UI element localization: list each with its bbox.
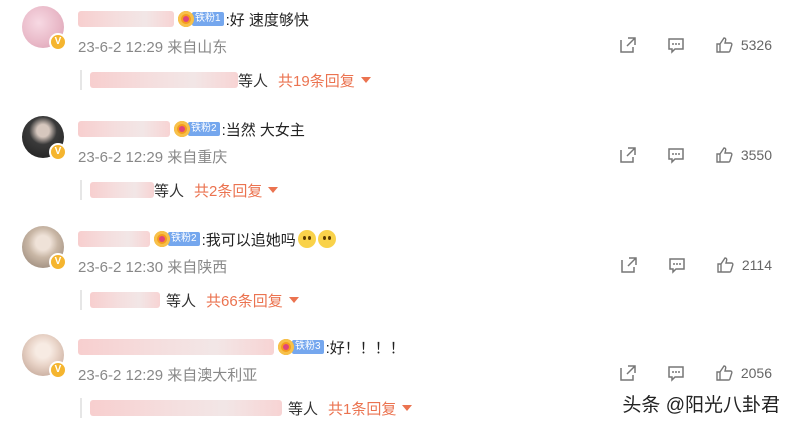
comment-button[interactable]: [668, 256, 686, 274]
share-button[interactable]: [619, 146, 637, 164]
avatar[interactable]: V: [22, 116, 67, 161]
comment-meta: 23-6-2 12:29 来自澳大利亚: [78, 367, 258, 384]
share-icon: [621, 257, 637, 273]
verified-icon: V: [49, 143, 67, 161]
comment-item: V 铁粉2 :当然 大女主 23-6-2 12:29 来自重庆 3550 等人 …: [0, 112, 794, 220]
username-blurred[interactable]: [78, 339, 274, 355]
username-blurred[interactable]: [78, 11, 174, 27]
comment-icon: [668, 148, 684, 164]
comment-icon: [668, 38, 684, 54]
comment-item: V 铁粉2 :我可以追她吗 23-6-2 12:30 来自陕西 2114 等人 …: [0, 222, 794, 330]
verified-icon: V: [49, 361, 67, 379]
comment-icon: [669, 258, 685, 274]
verified-icon: V: [49, 33, 67, 51]
reply-summary[interactable]: 等人 共2条回复: [80, 180, 279, 201]
comment-text: :当然 大女主: [221, 121, 305, 139]
comment-text: :好！！！！: [325, 339, 405, 357]
verified-icon: V: [49, 253, 67, 271]
reply-users-blurred: [90, 182, 154, 198]
reply-count[interactable]: 共19条回复: [278, 70, 355, 91]
comment-button[interactable]: [667, 36, 685, 54]
reply-summary[interactable]: 等人 共1条回复: [80, 398, 413, 419]
comment-item: V 铁粉1 :好 速度够快 23-6-2 12:29 来自山东 5326 等人 …: [0, 2, 794, 110]
like-count: 3550: [740, 147, 772, 163]
reply-users-blurred: [90, 292, 160, 308]
comment-item: V 铁粉3 :好！！！！ 23-6-2 12:29 来自澳大利亚 2056 等人…: [0, 330, 794, 438]
like-icon: [716, 147, 733, 163]
share-icon: [620, 147, 636, 163]
share-button[interactable]: [619, 364, 637, 382]
fan-badge: 铁粉1: [178, 11, 224, 27]
chevron-down-icon: [268, 187, 279, 193]
username-blurred[interactable]: [78, 231, 150, 247]
reply-count[interactable]: 共2条回复: [194, 180, 262, 201]
crown-icon: [278, 339, 294, 355]
avatar[interactable]: V: [22, 334, 67, 379]
emoji-icon: [317, 230, 336, 248]
fan-badge: 铁粉3: [278, 339, 324, 355]
comment-meta: 23-6-2 12:29 来自重庆: [78, 149, 228, 166]
like-button[interactable]: 5326: [715, 36, 772, 54]
like-button[interactable]: 2056: [715, 364, 772, 382]
emoji-icon: [297, 230, 316, 248]
reply-summary[interactable]: 等人 共19条回复: [80, 70, 371, 90]
crown-icon: [174, 121, 190, 137]
reply-count[interactable]: 共1条回复: [328, 398, 396, 419]
chevron-down-icon: [360, 77, 371, 83]
comment-meta: 23-6-2 12:29 来自山东: [78, 39, 228, 56]
chevron-down-icon: [402, 405, 413, 411]
reply-users-blurred: [90, 72, 238, 88]
username-blurred[interactable]: [78, 121, 170, 137]
crown-icon: [154, 231, 170, 247]
comment-icon: [668, 366, 684, 382]
comment-text: :我可以追她吗: [201, 231, 296, 249]
reply-users-blurred: [90, 400, 282, 416]
share-button[interactable]: [619, 36, 637, 54]
like-icon: [717, 257, 734, 273]
share-icon: [620, 365, 636, 381]
like-count: 2114: [741, 257, 772, 273]
share-button[interactable]: [620, 256, 638, 274]
chevron-down-icon: [288, 297, 299, 303]
like-button[interactable]: 2114: [716, 256, 772, 274]
share-icon: [620, 37, 636, 53]
reply-summary[interactable]: 等人 共66条回复: [80, 290, 299, 310]
comment-button[interactable]: [667, 146, 685, 164]
like-count: 5326: [740, 37, 772, 53]
watermark: 头条 @阳光八卦君: [622, 395, 780, 416]
avatar[interactable]: V: [22, 6, 67, 51]
fan-badge: 铁粉2: [174, 121, 220, 137]
comment-meta: 23-6-2 12:30 来自陕西: [78, 259, 228, 276]
avatar[interactable]: V: [22, 226, 67, 271]
comment-button[interactable]: [667, 364, 685, 382]
like-icon: [716, 365, 733, 381]
reply-count[interactable]: 共66条回复: [206, 290, 283, 311]
like-icon: [716, 37, 733, 53]
comment-text: :好 速度够快: [225, 11, 309, 29]
like-count: 2056: [740, 365, 772, 381]
like-button[interactable]: 3550: [715, 146, 772, 164]
crown-icon: [178, 11, 194, 27]
fan-badge: 铁粉2: [154, 231, 200, 247]
